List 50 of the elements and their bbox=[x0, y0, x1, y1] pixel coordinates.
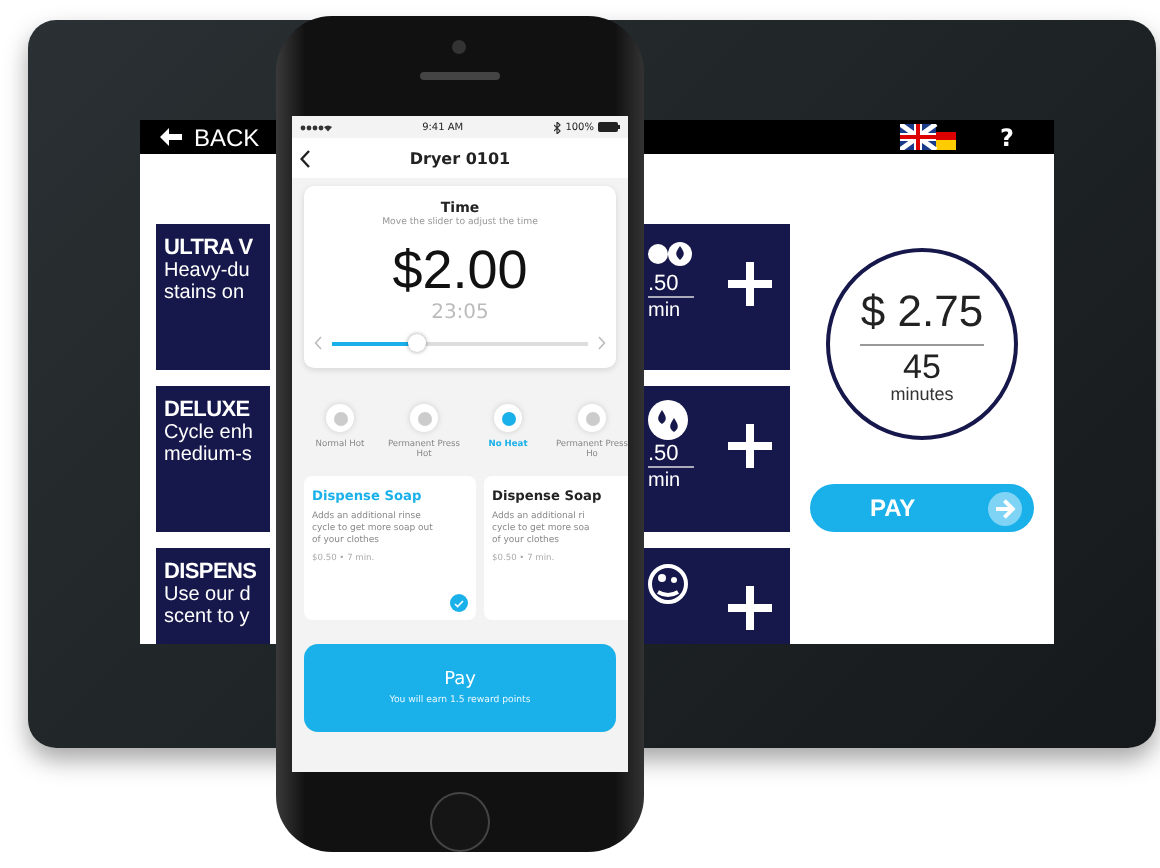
minutes-label: minutes bbox=[890, 383, 954, 403]
cycle-card-left[interactable]: ULTRA V Heavy-du stains on bbox=[156, 224, 270, 370]
home-button[interactable] bbox=[430, 792, 490, 852]
cycle-title: ULTRA V bbox=[164, 236, 253, 260]
battery-icon bbox=[597, 122, 620, 132]
water-drops-icon bbox=[648, 400, 688, 440]
heat-radio[interactable] bbox=[578, 404, 606, 432]
camera-dot bbox=[452, 40, 466, 54]
back-link[interactable]: BACK bbox=[160, 123, 260, 151]
price-amount: $2.00 bbox=[392, 240, 528, 302]
slider-thumb[interactable] bbox=[408, 333, 427, 351]
cycle-description: stains on bbox=[164, 282, 245, 304]
plus-icon[interactable] bbox=[728, 424, 772, 468]
arrow-right-icon bbox=[988, 491, 1022, 525]
duration-text: 23:05 bbox=[431, 302, 489, 324]
cycle-description: Heavy-du bbox=[164, 260, 250, 282]
heat-radio[interactable] bbox=[494, 404, 522, 432]
chevron-left-icon[interactable] bbox=[314, 336, 322, 350]
screen-title: Dryer 0101 bbox=[409, 149, 511, 167]
bluetooth-icon bbox=[553, 121, 562, 133]
back-chevron-icon[interactable] bbox=[300, 149, 310, 167]
cycle-price: .50 bbox=[648, 442, 695, 468]
plus-icon[interactable] bbox=[728, 262, 772, 306]
bubbles-icon bbox=[648, 562, 688, 606]
total-price: $ 2.75 bbox=[860, 285, 984, 337]
signal-icon bbox=[300, 123, 332, 131]
check-icon bbox=[450, 594, 468, 612]
heat-radio[interactable] bbox=[410, 404, 438, 432]
cycle-price: .50 bbox=[648, 272, 695, 298]
drops-icon bbox=[648, 238, 692, 270]
cycle-description: scent to y bbox=[164, 606, 250, 628]
cycle-title: DISPENS bbox=[164, 560, 257, 584]
cycle-description: Cycle enh bbox=[164, 422, 253, 444]
speaker-grille bbox=[420, 72, 500, 80]
total-minutes: 45 bbox=[903, 351, 941, 383]
plus-icon[interactable] bbox=[728, 586, 772, 630]
cycle-description: medium-s bbox=[164, 444, 252, 466]
cycle-unit: min bbox=[648, 300, 681, 322]
flags-icon[interactable] bbox=[900, 124, 957, 150]
cycle-card-right[interactable]: .50 min bbox=[644, 224, 790, 370]
cycle-description: Use our d bbox=[164, 584, 251, 606]
cycle-card-right[interactable]: .50 min bbox=[644, 386, 790, 532]
chevron-right-icon[interactable] bbox=[598, 336, 606, 350]
help-link[interactable]: ? bbox=[1000, 123, 1014, 151]
heat-radio[interactable] bbox=[326, 404, 354, 432]
cycle-title: DELUXE bbox=[164, 398, 250, 422]
cycle-unit: min bbox=[648, 470, 681, 492]
arrow-left-icon bbox=[160, 128, 182, 146]
cycle-card-left[interactable]: DELUXE Cycle enh medium-s bbox=[156, 386, 270, 532]
cycle-card-left[interactable]: DISPENS Use our d scent to y bbox=[156, 548, 270, 644]
